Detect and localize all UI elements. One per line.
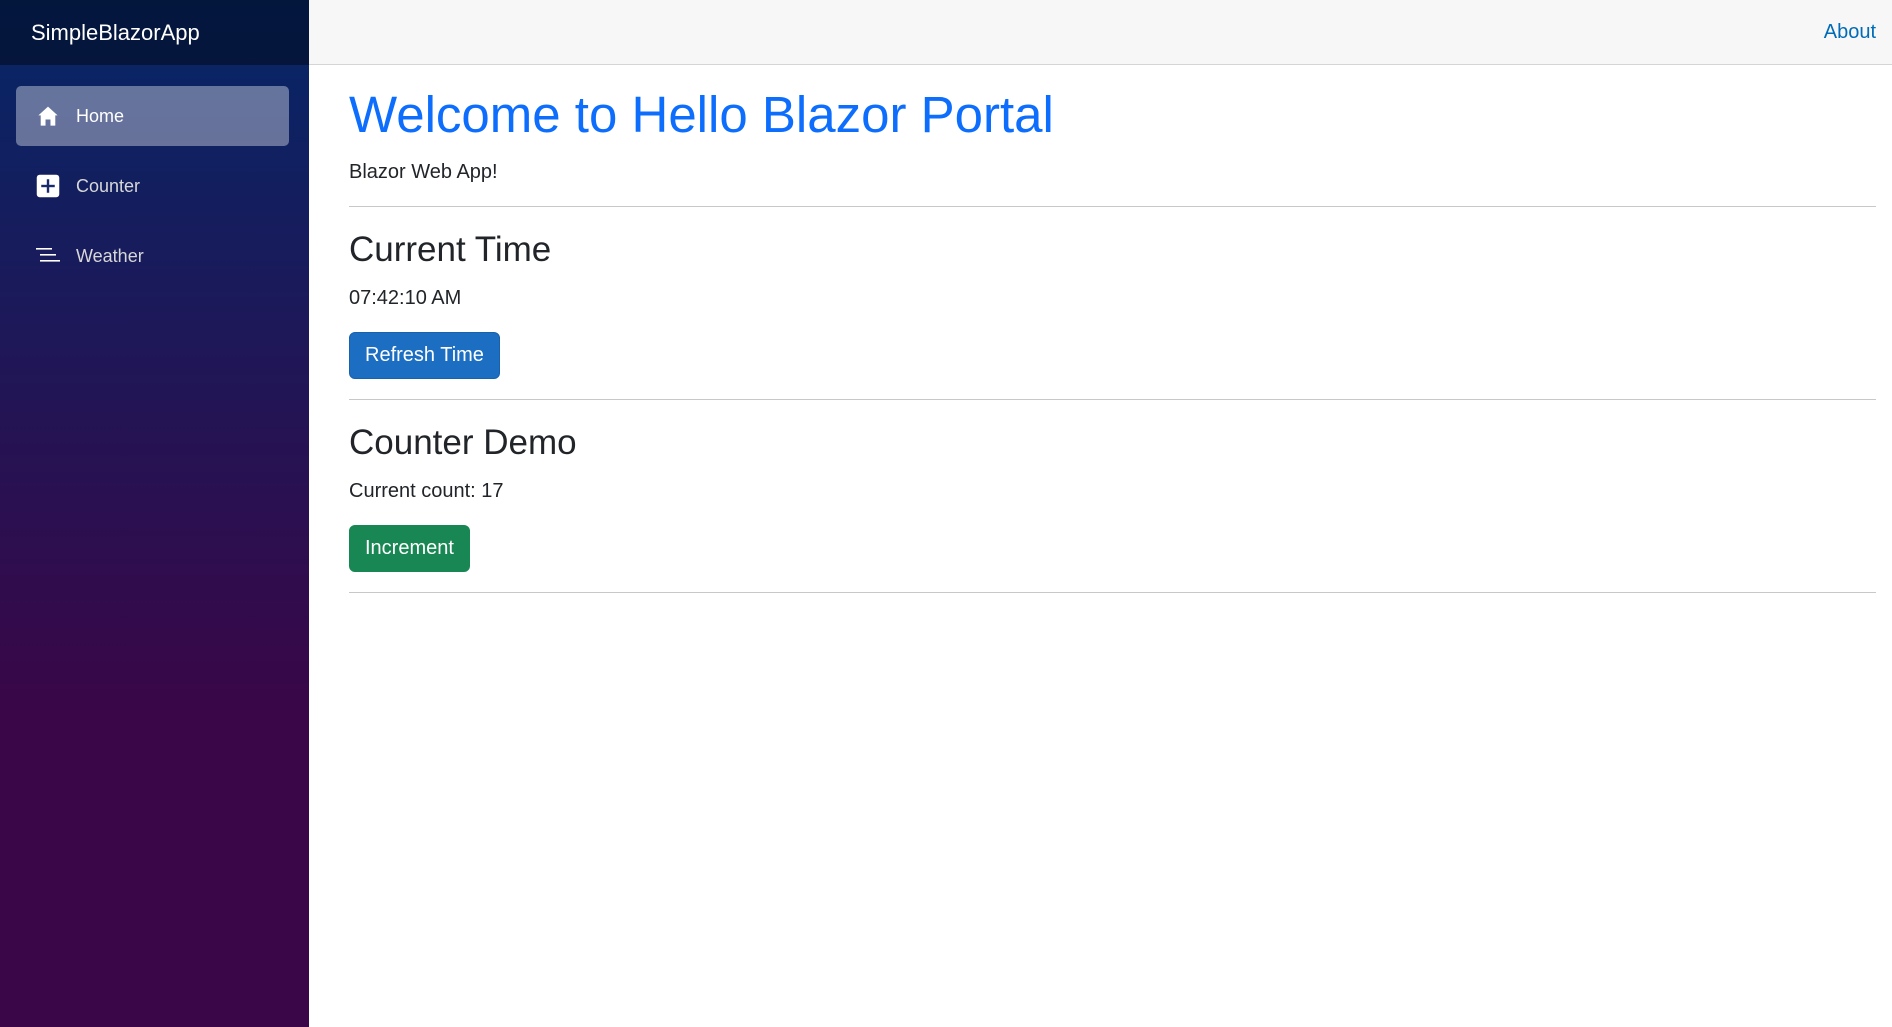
refresh-time-button[interactable]: Refresh Time [349, 332, 500, 380]
current-time-value: 07:42:10 AM [349, 287, 462, 310]
divider [349, 592, 1876, 594]
sidebar-item-label: Home [76, 105, 125, 126]
brand-bar: SimpleBlazorApp [0, 0, 309, 65]
divider [349, 206, 1876, 208]
current-time-section: Current Time 07:42:10 AM Refresh Time [349, 229, 1876, 380]
page-title: Welcome to Hello Blazor Portal [349, 86, 1054, 143]
list-icon [36, 244, 60, 268]
sidebar-item-weather[interactable]: Weather [16, 226, 289, 286]
current-time-heading: Current Time [349, 230, 552, 270]
about-link[interactable]: About [1824, 21, 1876, 44]
sidebar-item-label: Weather [76, 245, 144, 266]
sidebar-item-label: Counter [76, 175, 141, 196]
home-icon [36, 104, 60, 128]
sidebar: SimpleBlazorApp Home Counter Weather [0, 0, 309, 1027]
counter-demo-section: Counter Demo Current count: 17 Increment [349, 422, 1876, 573]
sidebar-nav: Home Counter Weather [0, 65, 309, 286]
plus-square-icon [36, 174, 60, 198]
page-subtitle: Blazor Web App! [349, 161, 498, 184]
page-content: Welcome to Hello Blazor Portal Blazor We… [309, 65, 1892, 594]
divider [349, 399, 1876, 401]
sidebar-item-counter[interactable]: Counter [16, 156, 289, 216]
app-root: SimpleBlazorApp Home Counter Weather Abo… [0, 0, 1892, 1027]
increment-button[interactable]: Increment [349, 525, 470, 573]
counter-demo-heading: Counter Demo [349, 423, 577, 463]
current-count-text: Current count: 17 [349, 480, 504, 503]
top-bar: About [309, 0, 1892, 65]
main-area: About Welcome to Hello Blazor Portal Bla… [309, 0, 1892, 1027]
brand-link[interactable]: SimpleBlazorApp [31, 20, 200, 46]
sidebar-item-home[interactable]: Home [16, 86, 289, 146]
